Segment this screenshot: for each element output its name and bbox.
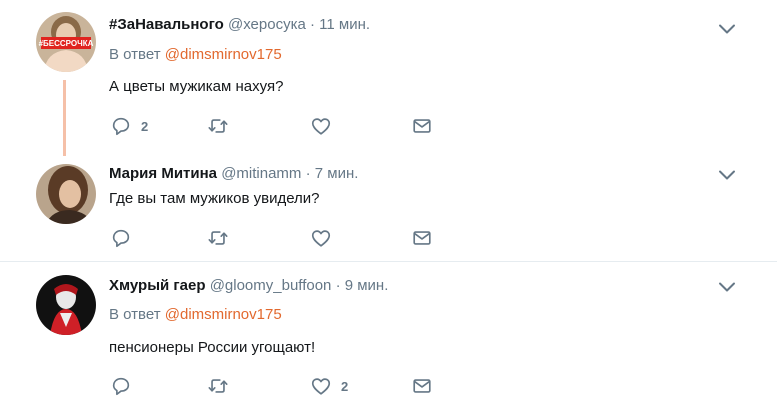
avatar-badge: #БЕССРОЧКА: [39, 39, 94, 48]
reply-count: 2: [141, 118, 149, 134]
reply-to-link[interactable]: @dimsmirnov175: [165, 306, 282, 323]
reply-icon: [110, 115, 132, 137]
tweet-actions: 2: [110, 374, 450, 398]
like-button[interactable]: [310, 114, 341, 138]
tweet-header: Хмурый гаер @gloomy_buffoon · 9 мин.: [109, 277, 388, 294]
like-button[interactable]: [310, 226, 341, 250]
envelope-icon: [411, 227, 433, 249]
tweet-actions: 2: [110, 114, 450, 138]
chevron-down-icon[interactable]: [718, 168, 736, 180]
display-name[interactable]: #ЗаНавального: [109, 16, 224, 33]
separator: ·: [309, 16, 315, 33]
retweet-button[interactable]: [207, 226, 238, 250]
tweet-header: Мария Митина @mitinamm · 7 мин.: [109, 165, 358, 182]
display-name[interactable]: Мария Митина: [109, 165, 217, 182]
direct-message-button[interactable]: [411, 226, 433, 250]
tweet-2[interactable]: Мария Митина @mitinamm · 7 мин. Где вы т…: [0, 156, 777, 262]
display-name[interactable]: Хмурый гаер: [109, 277, 206, 294]
like-button[interactable]: 2: [310, 374, 348, 398]
timestamp[interactable]: 7 мин.: [315, 165, 359, 182]
heart-icon: [310, 375, 332, 397]
tweet-text: А цветы мужикам нахуя?: [109, 78, 284, 95]
envelope-icon: [411, 375, 433, 397]
timestamp[interactable]: 9 мин.: [345, 277, 389, 294]
direct-message-button[interactable]: [411, 374, 433, 398]
tweet-3[interactable]: Хмурый гаер @gloomy_buffoon · 9 мин. В о…: [0, 263, 777, 405]
separator: ·: [305, 165, 311, 182]
retweet-icon: [207, 375, 229, 397]
like-count: 2: [341, 378, 349, 394]
thread-line: [63, 80, 66, 156]
heart-icon: [310, 227, 332, 249]
chevron-down-icon[interactable]: [718, 22, 736, 34]
retweet-icon: [207, 227, 229, 249]
reply-icon: [110, 375, 132, 397]
handle[interactable]: @mitinamm: [221, 165, 301, 182]
reply-context: В ответ @dimsmirnov175: [109, 46, 282, 63]
retweet-icon: [207, 115, 229, 137]
timestamp[interactable]: 11 мин.: [319, 16, 370, 33]
separator: ·: [335, 277, 341, 294]
tweet-text: пенсионеры России угощают!: [109, 339, 316, 356]
heart-icon: [310, 115, 332, 137]
tweet-1[interactable]: #БЕССРОЧКА #ЗаНавального @херосука · 11 …: [0, 0, 777, 156]
direct-message-button[interactable]: [411, 114, 433, 138]
handle[interactable]: @херосука: [228, 16, 306, 33]
avatar[interactable]: [36, 275, 96, 335]
tweet-text: Где вы там мужиков увидели?: [109, 190, 320, 207]
avatar[interactable]: #БЕССРОЧКА: [36, 12, 96, 72]
reply-context: В ответ @dimsmirnov175: [109, 306, 282, 323]
retweet-button[interactable]: [207, 374, 238, 398]
chevron-down-icon[interactable]: [718, 280, 736, 292]
retweet-button[interactable]: [207, 114, 238, 138]
tweet-header: #ЗаНавального @херосука · 11 мин.: [109, 16, 370, 33]
reply-prefix: В ответ: [109, 306, 161, 323]
reply-to-link[interactable]: @dimsmirnov175: [165, 46, 282, 63]
handle[interactable]: @gloomy_buffoon: [210, 277, 332, 294]
reply-button[interactable]: [110, 226, 141, 250]
reply-icon: [110, 227, 132, 249]
reply-button[interactable]: 2: [110, 114, 148, 138]
envelope-icon: [411, 115, 433, 137]
avatar[interactable]: [36, 164, 96, 224]
tweet-actions: [110, 226, 450, 250]
reply-prefix: В ответ: [109, 46, 161, 63]
reply-button[interactable]: [110, 374, 141, 398]
